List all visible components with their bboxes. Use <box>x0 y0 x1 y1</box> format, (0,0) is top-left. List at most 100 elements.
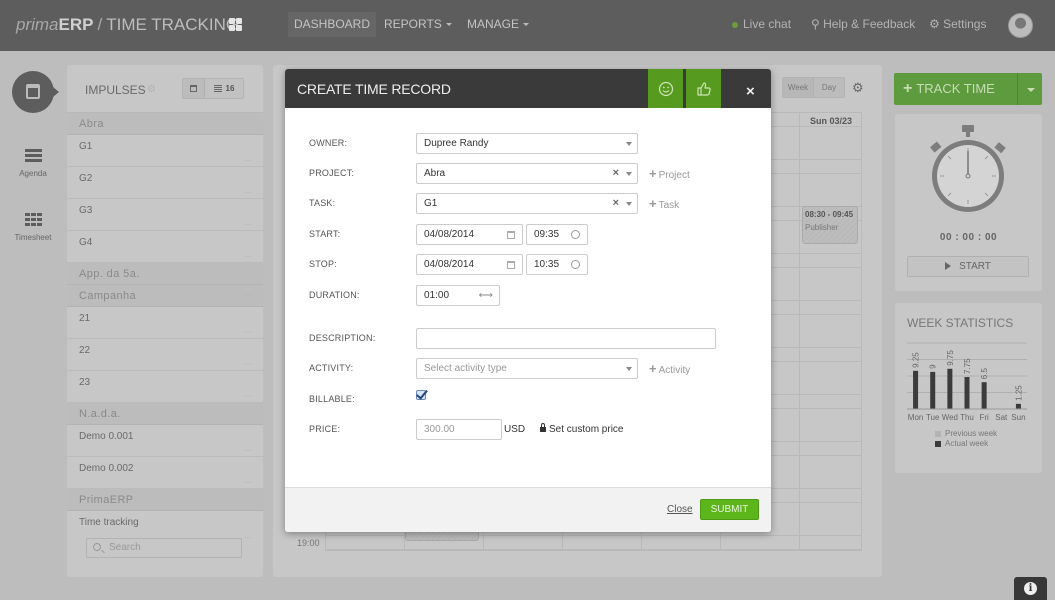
add-task-link[interactable]: + Task <box>649 196 679 211</box>
gear-icon[interactable]: ⚙ <box>852 80 864 96</box>
more-icon[interactable]: ⋯ <box>244 446 252 455</box>
list-item[interactable]: G2 ⋯ <box>67 167 263 199</box>
list-item[interactable]: 22 ⋯ <box>67 339 263 371</box>
stop-date-input[interactable]: 04/08/2014 <box>416 254 523 275</box>
gears-icon: ⚙ <box>929 17 940 31</box>
price-input[interactable]: 300.00 <box>416 419 502 440</box>
apps-grid-icon[interactable] <box>229 18 242 31</box>
set-custom-price-link[interactable]: Set custom price <box>540 423 623 435</box>
help-feedback-link[interactable]: ⚲ Help & Feedback <box>811 12 915 37</box>
description-label: DESCRIPTION: <box>309 333 376 343</box>
owner-select[interactable]: Dupree Randy <box>416 133 638 154</box>
user-avatar[interactable] <box>1008 13 1033 38</box>
activity-select[interactable]: Select activity type <box>416 358 638 379</box>
rail-calendar-button[interactable] <box>12 71 59 113</box>
live-chat-link[interactable]: Live chat <box>732 12 791 37</box>
task-select[interactable]: G1 × <box>416 193 638 214</box>
track-time-dropdown[interactable] <box>1017 73 1042 105</box>
day-view-button[interactable]: Day <box>814 78 844 97</box>
add-project-link[interactable]: + Project <box>649 166 690 181</box>
rail-agenda[interactable]: Agenda <box>8 149 58 178</box>
impulses-search-input[interactable]: Search <box>86 538 242 558</box>
clear-icon[interactable]: × <box>613 164 619 183</box>
track-time-button[interactable]: + TRACK TIME <box>894 73 1017 105</box>
price-placeholder: 300.00 <box>424 424 455 435</box>
list-item[interactable]: G1 ⋯ <box>67 135 263 167</box>
x-tick-label: Fri <box>979 413 989 422</box>
description-input[interactable] <box>416 328 716 349</box>
add-activity-link[interactable]: + Activity <box>649 361 690 376</box>
start-date-input[interactable]: 04/08/2014 <box>416 224 523 245</box>
stop-time-input[interactable]: 10:35 <box>526 254 588 275</box>
more-icon[interactable]: ⋯ <box>244 360 252 369</box>
more-icon[interactable]: ⋯ <box>244 489 252 511</box>
calendar-icon <box>507 261 515 269</box>
list-view-button[interactable]: 16 <box>205 79 243 98</box>
more-icon[interactable]: ⋯ <box>244 156 252 165</box>
more-icon[interactable]: ⋯ <box>244 285 252 307</box>
group-header[interactable]: App. da 5a. ⋯ <box>67 263 263 285</box>
group-header[interactable]: PrimaERP ⋯ <box>67 489 263 511</box>
more-icon[interactable]: ⋯ <box>244 188 252 197</box>
more-icon[interactable]: ⋯ <box>244 252 252 261</box>
rail-timesheet[interactable]: Timesheet <box>8 213 58 242</box>
group-header[interactable]: Abra ⋯ <box>67 113 263 135</box>
calendar-view-button[interactable] <box>183 79 205 98</box>
chevron-down-icon <box>626 172 632 176</box>
more-icon[interactable]: ⋯ <box>244 533 252 542</box>
start-timer-button[interactable]: START <box>907 256 1029 277</box>
group-header[interactable]: Campanha ⋯ <box>67 285 263 307</box>
week-view-button[interactable]: Week <box>783 78 814 97</box>
feedback-like-button[interactable] <box>686 69 721 108</box>
list-item[interactable]: Demo 0.002 ⋯ <box>67 457 263 489</box>
x-tick-label: Sun <box>1011 413 1025 422</box>
close-link[interactable]: Close <box>667 504 693 515</box>
more-icon[interactable]: ⋯ <box>244 263 252 285</box>
track-time-label: TRACK TIME <box>916 81 995 96</box>
clear-icon[interactable]: × <box>613 194 619 213</box>
close-icon[interactable]: × <box>746 83 755 100</box>
calendar-event[interactable]: 08:30 - 09:45 Publisher <box>802 206 858 244</box>
list-item[interactable]: 23 ⋯ <box>67 371 263 403</box>
info-button[interactable]: i <box>1014 577 1047 600</box>
resize-horizontal-icon: ⟷ <box>478 290 493 301</box>
nav-reports-label: REPORTS <box>384 17 442 31</box>
list-item[interactable]: G3 ⋯ <box>67 199 263 231</box>
submit-button[interactable]: SUBMIT <box>700 499 759 520</box>
list-item[interactable]: G4 ⋯ <box>67 231 263 263</box>
nav-reports[interactable]: REPORTS <box>378 12 458 37</box>
impulses-title: IMPULSES <box>85 83 146 97</box>
list-item[interactable]: Demo 0.001 ⋯ <box>67 425 263 457</box>
stop-date-value: 04/08/2014 <box>424 259 475 270</box>
more-icon[interactable]: ⋯ <box>244 478 252 487</box>
group-header[interactable]: N.a.d.a. ⋯ <box>67 403 263 425</box>
time-label: 19:00 <box>297 538 320 548</box>
nav-manage[interactable]: MANAGE <box>461 12 535 37</box>
more-icon[interactable]: ⋯ <box>244 392 252 401</box>
more-icon[interactable]: ⋯ <box>244 403 252 425</box>
plus-icon: + <box>649 196 657 211</box>
billable-checkbox[interactable] <box>416 390 426 400</box>
duration-input[interactable]: 01:00 ⟷ <box>416 285 500 306</box>
more-icon[interactable]: ⋯ <box>244 220 252 229</box>
app-brand[interactable]: primaERP / TIME TRACKING <box>16 15 239 35</box>
bar-actual-week <box>981 382 987 409</box>
week-stats-chart: 9.25 Mon 9 Tue 9.75 Wed 7.75 Thu 6.5 Fri Sat 1.25 Su… <box>907 342 1027 422</box>
more-icon[interactable]: ⋯ <box>244 328 252 337</box>
project-select[interactable]: Abra × <box>416 163 638 184</box>
dialog-header: CREATE TIME RECORD × <box>285 69 771 108</box>
data-label: 9.25 <box>912 352 921 368</box>
list-item[interactable]: 21 ⋯ <box>67 307 263 339</box>
thumbs-up-icon <box>696 81 711 96</box>
gear-icon[interactable]: ⚙ <box>147 84 156 95</box>
more-icon[interactable]: ⋯ <box>244 113 252 135</box>
owner-value: Dupree Randy <box>424 138 489 149</box>
stop-label: STOP: <box>309 259 337 269</box>
bar-actual-week <box>964 377 970 409</box>
settings-link[interactable]: ⚙ Settings <box>929 12 986 37</box>
group-name: PrimaERP <box>79 494 134 506</box>
start-time-input[interactable]: 09:35 <box>526 224 588 245</box>
timer-panel: 00 : 00 : 00 START <box>895 114 1042 291</box>
nav-dashboard[interactable]: DASHBOARD <box>288 12 377 37</box>
feedback-smile-button[interactable] <box>648 69 683 108</box>
